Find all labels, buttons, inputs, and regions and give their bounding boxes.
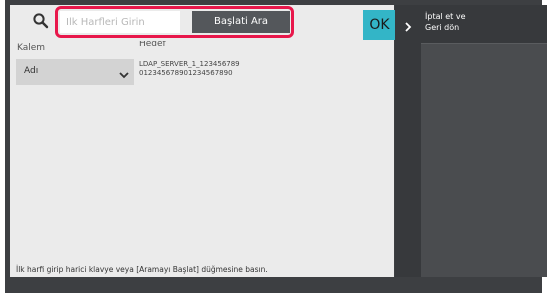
search-icon[interactable] [32,12,50,30]
side-panel: İptal et ve Geri dön [395,5,547,277]
server-name-line1: LDAP_SERVER_1_123456789 [139,60,240,68]
cancel-label: İptal et ve Geri dön [425,11,466,33]
start-search-button[interactable]: Başlati Ara [192,11,290,33]
cancel-label-line2: Geri dön [425,23,460,32]
cancel-and-back-button[interactable]: İptal et ve Geri dön [395,5,547,43]
bottom-bar [5,277,542,293]
main-panel: Başlati Ara OK Kalem Hedef Adı LDAP_SERV… [10,5,396,277]
item-column-label: Kalem [17,43,46,53]
chevron-down-icon [118,66,130,79]
screen: Başlati Ara OK Kalem Hedef Adı LDAP_SERV… [5,0,547,293]
search-row: Başlati Ara [10,5,394,38]
side-divider [421,43,547,44]
server-name: LDAP_SERVER_1_123456789 0123456789012345… [139,60,240,78]
chevron-right-icon [403,18,413,32]
side-body [421,43,547,277]
target-column-label: Hedef [139,41,166,49]
help-text: İlk harfi girip harici klavye veya [Aram… [16,265,268,274]
item-select[interactable]: Adı [16,59,134,85]
ok-button[interactable]: OK [363,10,396,40]
search-input[interactable] [60,11,180,33]
cancel-label-line1: İptal et ve [425,12,466,21]
item-select-value: Adı [24,66,39,76]
server-name-line2: 01234567890123456789​0 [139,69,233,77]
